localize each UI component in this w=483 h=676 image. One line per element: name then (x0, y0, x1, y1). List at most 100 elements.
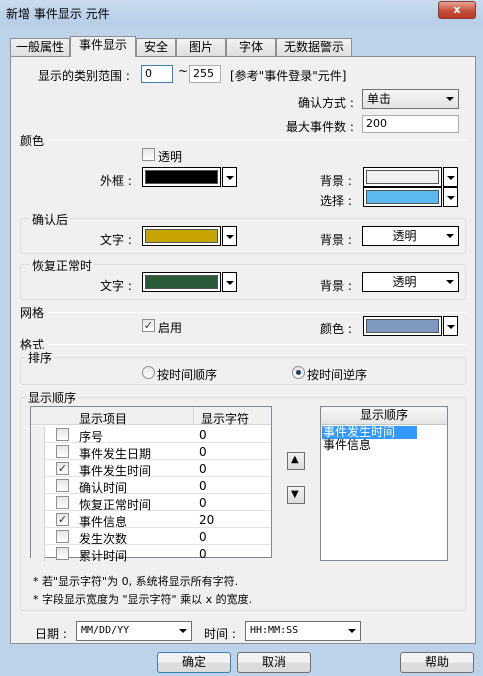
select-color-picker[interactable] (363, 187, 458, 207)
help-button[interactable]: 帮助 (400, 652, 474, 673)
row-char-count[interactable]: 0 (199, 496, 207, 510)
tab-picture[interactable]: 图片 (176, 38, 226, 56)
row-char-count[interactable]: 0 (199, 547, 207, 561)
note-zero-chars: * 若"显示字符"为 0, 系统将显示所有字符. (33, 575, 239, 588)
row-char-count[interactable]: 20 (199, 513, 214, 527)
tab-security[interactable]: 安全 (136, 38, 176, 56)
table-row[interactable]: 累计时间 0 (31, 545, 271, 563)
tilde-separator: ~ (178, 64, 189, 78)
chevron-down-icon (179, 629, 187, 633)
chevron-down-icon[interactable] (222, 226, 237, 246)
background-color-picker[interactable] (363, 167, 458, 187)
grid-enable-label: 启用 (158, 321, 183, 335)
max-events-label: 最大事件数 : (286, 120, 354, 134)
display-order-title: 显示顺序 (26, 389, 79, 406)
note-width: * 字段显示宽度为 "显示字符" 乘以 x 的宽度. (33, 593, 253, 606)
grid-color-label: 颜色 : (320, 322, 352, 336)
format-divider (48, 344, 468, 345)
close-button[interactable]: x (438, 1, 476, 19)
background-color-swatch (366, 170, 439, 184)
after-confirm-text-label: 文字 : (100, 233, 132, 247)
time-format-select[interactable]: HH:MM:SS (245, 621, 361, 641)
after-confirm-title: 确认后 (30, 211, 71, 228)
max-events-input[interactable]: 200 (362, 115, 459, 133)
restore-normal-text-swatch (145, 275, 218, 289)
display-items-table: 显示项目 显示字符 序号 0 事件发生日期 0 ✓ 事件发生时间 0 确认时间 0 恢复正… (30, 406, 272, 563)
table-header: 显示项目 显示字符 (31, 407, 271, 426)
tab-no-data-alarm[interactable]: 无数据警示 (276, 38, 352, 56)
chevron-down-icon (348, 629, 356, 633)
table-row[interactable]: 恢复正常时间 0 (31, 494, 271, 512)
table-row[interactable]: ✓ 事件发生时间 0 (31, 460, 271, 478)
date-format-select[interactable]: MM/DD/YY (76, 621, 192, 641)
row-checkbox[interactable] (56, 496, 69, 509)
frame-color-picker[interactable] (142, 167, 237, 187)
table-row[interactable]: 发生次数 0 (31, 528, 271, 546)
chevron-down-icon (446, 97, 454, 101)
grid-enable-checkbox[interactable]: ✓ (142, 319, 155, 332)
row-char-count[interactable]: 0 (199, 479, 207, 493)
row-checkbox[interactable] (56, 547, 69, 560)
grid-color-picker[interactable] (363, 316, 458, 336)
chevron-down-icon[interactable] (222, 167, 237, 187)
move-up-button[interactable]: ▲ (287, 452, 305, 470)
sort-ascending-radio[interactable] (142, 366, 155, 379)
row-char-count[interactable]: 0 (199, 428, 207, 442)
table-row[interactable]: 确认时间 0 (31, 477, 271, 495)
background-label: 背景 : (320, 174, 352, 188)
row-checkbox[interactable] (56, 479, 69, 492)
column-header-item: 显示项目 (79, 412, 128, 426)
restore-normal-text-color-picker[interactable] (142, 272, 237, 292)
restore-normal-bg-select[interactable]: 透明 (362, 272, 459, 292)
move-down-button[interactable]: ▼ (287, 486, 305, 504)
confirm-mode-select[interactable]: 单击 (362, 89, 459, 109)
category-note: [参考"事件登录"元件] (230, 69, 347, 83)
frame-label: 外框 : (100, 174, 132, 188)
after-confirm-bg-select[interactable]: 透明 (362, 226, 459, 246)
sort-descending-label: 按时间逆序 (307, 368, 368, 382)
row-char-count[interactable]: 0 (199, 445, 207, 459)
select-color-swatch (366, 190, 439, 204)
row-checkbox[interactable] (56, 530, 69, 543)
after-confirm-bg-value: 透明 (392, 229, 417, 243)
ok-button[interactable]: 确定 (157, 652, 231, 673)
row-checkbox[interactable] (56, 428, 69, 441)
chevron-down-icon[interactable] (443, 316, 458, 336)
row-checkbox[interactable] (56, 445, 69, 458)
after-confirm-bg-label: 背景 : (320, 233, 352, 247)
tab-event-display[interactable]: 事件显示 (70, 36, 136, 57)
table-row[interactable]: 事件发生日期 0 (31, 443, 271, 461)
sort-descending-radio[interactable] (292, 366, 305, 379)
chevron-down-icon[interactable] (443, 167, 458, 187)
chevron-down-icon[interactable] (443, 187, 458, 207)
category-from-input[interactable]: 0 (141, 65, 173, 83)
confirm-mode-label: 确认方式 : (298, 96, 354, 110)
transparent-label: 透明 (158, 150, 183, 164)
select-label: 选择 : (320, 194, 352, 208)
chevron-down-icon[interactable] (222, 272, 237, 292)
confirm-mode-value: 单击 (367, 92, 392, 106)
sort-group (20, 357, 466, 385)
row-char-count[interactable]: 0 (199, 530, 207, 544)
grid-section-title: 网格 (20, 306, 45, 320)
triangle-down-icon: ▼ (291, 489, 299, 500)
after-confirm-text-color-picker[interactable] (142, 226, 237, 246)
row-item-name: 累计时间 (79, 549, 128, 563)
list-item[interactable]: 事件信息 (323, 439, 371, 452)
transparent-checkbox[interactable] (142, 148, 155, 161)
tab-general[interactable]: 一般属性 (10, 38, 70, 56)
row-char-count[interactable]: 0 (199, 462, 207, 476)
chevron-down-icon (446, 280, 454, 284)
row-checkbox[interactable]: ✓ (56, 513, 69, 526)
tab-font[interactable]: 字体 (226, 38, 276, 56)
sort-title: 排序 (26, 349, 55, 366)
row-checkbox[interactable]: ✓ (56, 462, 69, 475)
time-label: 时间 : (204, 627, 236, 641)
table-row[interactable]: ✓ 事件信息 20 (31, 511, 271, 529)
display-order-list: 显示顺序 事件发生时间 事件信息 (320, 406, 448, 561)
grid-divider (48, 312, 468, 313)
cancel-button[interactable]: 取消 (237, 652, 311, 673)
table-row[interactable]: 序号 0 (31, 426, 271, 444)
restore-normal-title: 恢复正常时 (30, 257, 95, 274)
category-to-input[interactable]: 255 (189, 65, 221, 83)
